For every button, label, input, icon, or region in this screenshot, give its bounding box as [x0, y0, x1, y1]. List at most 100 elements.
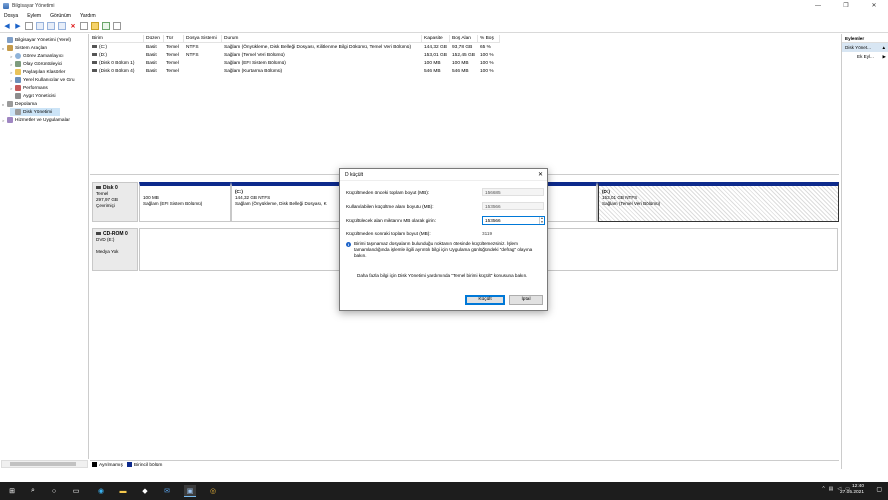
- legend-primary: Birincil bölüm: [126, 462, 162, 468]
- partition-efi[interactable]: 100 MB Sağlam (EFI Sistem Bölümü): [139, 182, 231, 222]
- partition-d[interactable]: (D:) 153,01 GB NTFS Sağlam (Temel Veri B…: [598, 182, 839, 222]
- chrome-icon[interactable]: ◎: [207, 485, 219, 497]
- task-view-icon[interactable]: ▭: [70, 485, 82, 497]
- edge-browser-icon[interactable]: ◉: [95, 485, 107, 497]
- help-icon[interactable]: [47, 22, 55, 30]
- actions-pane: Eylemler Disk Yönet... ▲ Ek Eyl... ▶: [841, 34, 888, 469]
- cortana-circle-icon[interactable]: ○: [48, 485, 60, 497]
- spinner-arrows-icon[interactable]: ▲ ▼: [539, 216, 544, 224]
- notification-icon[interactable]: ▢: [876, 486, 882, 493]
- scrollbar-thumb[interactable]: [10, 462, 76, 466]
- mail-icon[interactable]: ✉: [161, 485, 173, 497]
- menu-bar: Dosya Eylem Görünüm Yardım: [0, 11, 888, 20]
- tree-item-task-scheduler[interactable]: > Görev Zamanlayıcı: [10, 52, 64, 60]
- shrink-button[interactable]: Küçült: [465, 295, 505, 305]
- dialog-close-button[interactable]: ✕: [538, 169, 543, 181]
- volume-list: Birim Düzen Tür Dosya Sistemi Durum Kapa…: [90, 35, 839, 175]
- info-message: i Birimi taşınamaz dosyaların bulunduğu …: [346, 241, 533, 258]
- clock-icon: [15, 53, 21, 59]
- console-tree: Bilgisayar Yönetimi (Yerel) v Sistem Ara…: [0, 34, 89, 459]
- view-icon[interactable]: [113, 22, 121, 30]
- search-icon[interactable]: ⌕: [27, 485, 39, 497]
- actions-more[interactable]: Ek Eyl... ▶: [842, 52, 888, 61]
- taskbar: ⊞ ⌕ ○ ▭ ◉ ▬ ◆ ✉ ▣ ◎ ^ ▤ ◁ ▭ 12:40 27.05.…: [0, 482, 888, 500]
- tree-horizontal-scrollbar[interactable]: [1, 460, 88, 468]
- drive-icon: [92, 61, 97, 65]
- menu-yardim[interactable]: Yardım: [80, 13, 96, 19]
- chevron-up-icon[interactable]: ^: [822, 486, 824, 492]
- menu-gorunum[interactable]: Görünüm: [50, 13, 71, 19]
- file-explorer-icon[interactable]: ▬: [117, 485, 129, 497]
- dialog-title: D küçült: [345, 172, 364, 178]
- hard-disk-icon: [96, 186, 101, 190]
- storage-icon: [7, 101, 13, 107]
- column-header-percent-free[interactable]: % Boş: [478, 35, 500, 43]
- store-icon[interactable]: ◆: [139, 485, 151, 497]
- total-before-value: 156685: [482, 188, 544, 196]
- computer-management-taskbar-icon[interactable]: ▣: [184, 485, 196, 497]
- column-header-volume[interactable]: Birim: [90, 35, 144, 43]
- disk-0-label[interactable]: Disk 0 Temel 297,97 GB Çevrimiçi: [92, 182, 138, 222]
- unallocated-swatch: [92, 462, 97, 468]
- folder-open-icon[interactable]: [91, 22, 99, 30]
- tree-item-local-users[interactable]: > Yerel Kullanıcılar ve Gru: [10, 76, 75, 84]
- column-header-type[interactable]: Tür: [164, 35, 184, 43]
- cdrom-icon: [96, 232, 101, 236]
- cancel-button[interactable]: İptal: [509, 295, 543, 305]
- network-icon[interactable]: ▤: [829, 486, 834, 492]
- back-arrow-icon[interactable]: ◀: [3, 22, 11, 30]
- close-button[interactable]: ✕: [860, 0, 888, 11]
- submenu-arrow-icon: ▶: [882, 54, 886, 59]
- up-level-icon[interactable]: [25, 22, 33, 30]
- minimize-button[interactable]: —: [804, 0, 832, 11]
- primary-swatch: [126, 462, 132, 468]
- delete-icon[interactable]: ✕: [69, 22, 77, 30]
- menu-dosya[interactable]: Dosya: [4, 13, 18, 19]
- tools-icon: [7, 45, 13, 51]
- column-header-capacity[interactable]: Kapasite: [422, 35, 450, 43]
- menu-eylem[interactable]: Eylem: [27, 13, 41, 19]
- tree-item-services-applications[interactable]: > Hizmetler ve Uygulamalar: [2, 116, 70, 124]
- window-title: Bilgisayar Yönetimi: [12, 2, 55, 9]
- amount-label: Küçültülecek alan miktarını MB olarak gi…: [346, 218, 436, 223]
- users-icon: [15, 77, 21, 83]
- column-header-layout[interactable]: Düzen: [144, 35, 164, 43]
- column-header-free-space[interactable]: Boş Alan: [450, 35, 478, 43]
- tree-item-disk-management[interactable]: Disk Yönetimi: [10, 108, 61, 116]
- total-after-label: Küçültmeden sonraki toplam boyut (MB):: [346, 231, 431, 236]
- tree-item-computer-management[interactable]: Bilgisayar Yönetimi (Yerel): [2, 36, 71, 44]
- performance-icon: [15, 85, 21, 91]
- log-icon: [15, 61, 21, 67]
- total-after-value: 3119: [482, 231, 493, 236]
- drive-icon: [92, 45, 97, 49]
- show-hide-tree-icon[interactable]: [58, 22, 66, 30]
- start-windows-icon[interactable]: ⊞: [6, 485, 18, 497]
- clock[interactable]: 12:40 27.05.2021: [840, 484, 864, 496]
- new-document-icon[interactable]: [80, 22, 88, 30]
- tree-item-storage[interactable]: v Depolama: [2, 100, 37, 108]
- dialog-title-bar: D küçült ✕: [340, 169, 547, 181]
- column-header-file-system[interactable]: Dosya Sistemi: [184, 35, 222, 43]
- available-value: 153566: [482, 202, 544, 210]
- check-icon[interactable]: [102, 22, 110, 30]
- actions-disk-management[interactable]: Disk Yönet... ▲: [842, 43, 888, 52]
- forward-arrow-icon[interactable]: ▶: [14, 22, 22, 30]
- properties-icon[interactable]: [36, 22, 44, 30]
- tree-item-system-tools[interactable]: v Sistem Araçları: [2, 44, 47, 52]
- drive-icon: [92, 53, 97, 57]
- collapse-icon[interactable]: ▲: [881, 43, 886, 52]
- column-header-status[interactable]: Durum: [222, 35, 422, 43]
- tree-item-event-viewer[interactable]: > Olay Görüntüleyici: [10, 60, 62, 68]
- drive-icon: [92, 69, 97, 73]
- tree-item-performance[interactable]: > Performans: [10, 84, 48, 92]
- shrink-amount-input[interactable]: 153566 ▲ ▼: [482, 216, 545, 225]
- info-icon: i: [346, 242, 351, 247]
- tree-item-device-manager[interactable]: Aygıt Yöneticisi: [10, 92, 56, 100]
- cdrom-label[interactable]: CD-ROM 0 DVD (E:) Medya Yok: [92, 228, 138, 271]
- computer-management-icon: [3, 2, 9, 9]
- restore-button[interactable]: ❐: [832, 0, 860, 11]
- title-bar: Bilgisayar Yönetimi — ❐ ✕: [0, 0, 888, 11]
- actions-header: Eylemler: [842, 34, 888, 43]
- tree-item-shared-folders[interactable]: > Paylaşılan Klasörler: [10, 68, 65, 76]
- folder-icon: [15, 69, 21, 75]
